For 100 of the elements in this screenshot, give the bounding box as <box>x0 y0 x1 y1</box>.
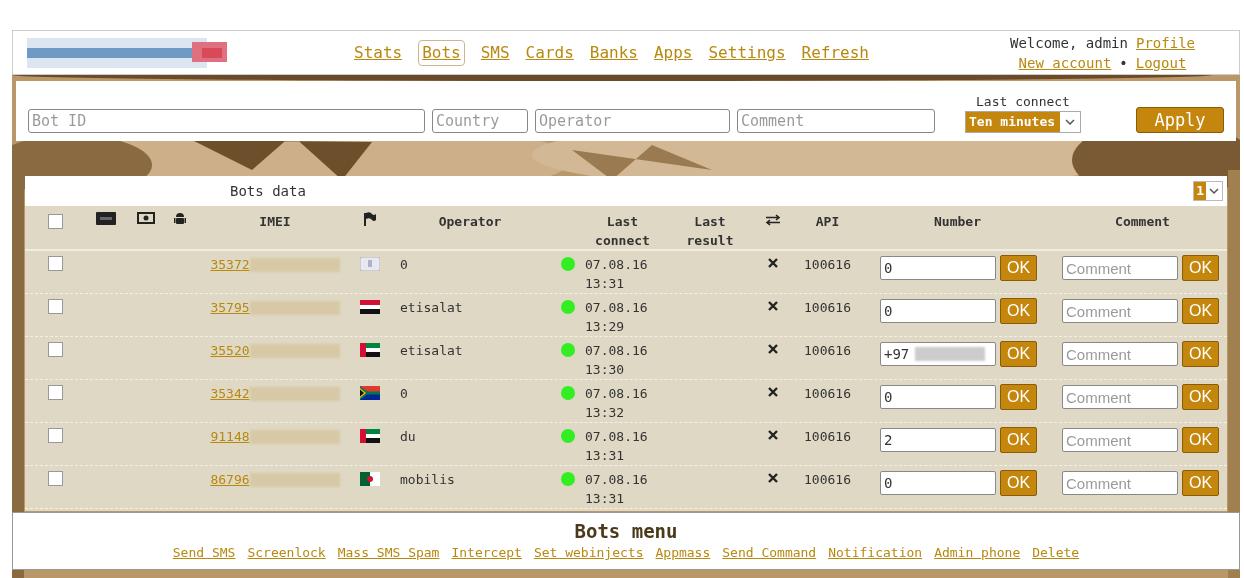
row-checkbox[interactable] <box>47 256 63 271</box>
cross-icon <box>767 473 778 483</box>
select-all-checkbox[interactable] <box>47 214 63 229</box>
flag-icon <box>360 343 380 357</box>
api-cell-text: 100616 <box>803 342 852 360</box>
apply-button[interactable]: Apply <box>1136 107 1224 133</box>
row-checkbox[interactable] <box>47 299 63 314</box>
flag-icon <box>363 212 377 226</box>
page-select[interactable]: 1 <box>1193 181 1223 201</box>
flag-icon <box>360 257 380 271</box>
nav-link[interactable]: Cards <box>525 40 574 65</box>
imei-link[interactable]: 35795 <box>210 298 250 317</box>
menu-link[interactable]: Delete <box>1032 543 1080 563</box>
comment-field[interactable]: Comment <box>1062 256 1178 280</box>
operator-cell-text: 0 <box>399 256 409 274</box>
banknote-icon <box>137 212 155 224</box>
comment-field[interactable]: Comment <box>1062 299 1178 323</box>
nav-link[interactable]: Bots <box>418 39 465 66</box>
api-cell-text: 100616 <box>803 256 852 274</box>
ok-button[interactable]: OK <box>1000 255 1038 281</box>
nav-link[interactable]: Apps <box>653 40 693 65</box>
ok-button[interactable]: OK <box>1000 298 1038 324</box>
api-cell-text: 100616 <box>803 428 852 446</box>
comment-field[interactable]: Comment <box>1062 471 1178 495</box>
comment-field[interactable]: Comment <box>1062 428 1178 452</box>
ok-button[interactable]: OK <box>1000 341 1038 367</box>
nav-link[interactable]: SMS <box>480 40 510 65</box>
menu-link[interactable]: Appmass <box>655 543 711 563</box>
swap-arrows-icon <box>764 214 781 226</box>
number-field[interactable]: 0 <box>880 385 996 409</box>
row-checkbox[interactable] <box>47 385 63 400</box>
flag-icon <box>360 300 380 314</box>
operator-field[interactable]: Operator <box>535 109 730 133</box>
row-checkbox[interactable] <box>47 342 63 357</box>
comment-field[interactable]: Comment <box>1062 385 1178 409</box>
ok-button[interactable]: OK <box>1182 384 1220 410</box>
flag-icon <box>360 472 380 486</box>
imei-link[interactable]: 35342 <box>210 384 250 403</box>
ok-button[interactable]: OK <box>1182 298 1220 324</box>
imei-link[interactable]: 35520 <box>210 341 250 360</box>
ok-button[interactable]: OK <box>1000 470 1038 496</box>
menu-link[interactable]: Intercept <box>451 543 522 563</box>
operator-cell-text: mobilis <box>399 471 456 489</box>
chevron-down-icon <box>1209 187 1219 195</box>
column-header: Last result <box>685 213 735 250</box>
column-header: IMEI <box>258 213 292 231</box>
ok-button[interactable]: OK <box>1182 427 1220 453</box>
imei-link[interactable]: 91148 <box>210 427 250 446</box>
comment-field[interactable]: Comment <box>1062 342 1178 366</box>
redacted-blur <box>915 347 986 361</box>
number-field[interactable]: 2 <box>880 428 996 452</box>
cross-icon <box>767 301 778 311</box>
last-connect-cell-text: 07.08.16 13:31 <box>584 256 649 293</box>
imei-link[interactable]: 86796 <box>210 470 250 489</box>
menu-link[interactable]: Notification <box>828 543 923 563</box>
card-icon <box>96 212 116 225</box>
ok-button[interactable]: OK <box>1000 427 1038 453</box>
menu-link[interactable]: Send Command <box>722 543 817 563</box>
table-title: Bots data <box>230 181 306 201</box>
cross-icon <box>767 258 778 268</box>
last-connect-select[interactable]: Ten minutes <box>965 111 1081 133</box>
cross-icon <box>767 387 778 397</box>
imei-link[interactable]: 35372 <box>210 255 250 274</box>
flag-icon <box>360 386 380 400</box>
nav-link[interactable]: Banks <box>589 40 638 65</box>
country-field[interactable]: Country <box>432 109 528 133</box>
logout-link[interactable]: Logout <box>1135 52 1187 73</box>
menu-link[interactable]: Send SMS <box>172 543 236 563</box>
number-field[interactable]: 0 <box>880 256 996 280</box>
chevron-down-icon <box>1065 118 1075 126</box>
last-connect-cell-text: 07.08.16 13:30 <box>584 342 649 379</box>
bot-id-field[interactable]: Bot ID <box>28 109 425 133</box>
menu-link[interactable]: Set webinjects <box>533 543 644 563</box>
menu-link[interactable]: Screenlock <box>247 543 326 563</box>
new-account-link[interactable]: New account <box>1018 52 1112 73</box>
number-field[interactable]: 0 <box>880 299 996 323</box>
row-checkbox[interactable] <box>47 428 63 443</box>
api-cell-text: 100616 <box>803 471 852 489</box>
operator-cell-text: etisalat <box>399 299 464 317</box>
row-checkbox[interactable] <box>47 471 63 486</box>
nav-link[interactable]: Refresh <box>801 40 869 65</box>
ok-button[interactable]: OK <box>1000 384 1038 410</box>
operator-cell-text: du <box>399 428 417 446</box>
profile-link[interactable]: Profile <box>1136 32 1195 53</box>
nav-link[interactable]: Settings <box>708 40 786 65</box>
number-field[interactable]: 0 <box>880 471 996 495</box>
column-header: Operator <box>437 213 503 231</box>
nav-link[interactable]: Stats <box>354 40 403 65</box>
bots-menu-title: Bots menu <box>574 519 678 544</box>
last-connect-label: Last connect <box>976 93 1070 111</box>
api-cell-text: 100616 <box>803 299 852 317</box>
number-field[interactable]: +97 <box>880 342 996 366</box>
ok-button[interactable]: OK <box>1182 470 1220 496</box>
api-cell-text: 100616 <box>803 385 852 403</box>
ok-button[interactable]: OK <box>1182 255 1220 281</box>
menu-link[interactable]: Admin phone <box>934 543 1021 563</box>
menu-link[interactable]: Mass SMS Spam <box>337 543 440 563</box>
ok-button[interactable]: OK <box>1182 341 1220 367</box>
comment-field[interactable]: Comment <box>737 109 935 133</box>
column-header: Comment <box>1114 213 1171 231</box>
